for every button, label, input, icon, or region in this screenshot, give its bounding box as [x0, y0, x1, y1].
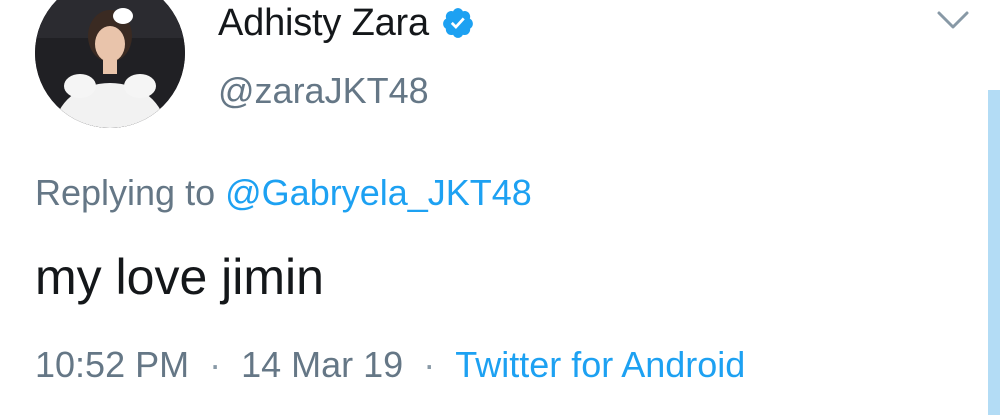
tweet-date[interactable]: 14 Mar 19: [241, 344, 403, 386]
replying-to-line: Replying to @Gabryela_JKT48: [35, 172, 532, 214]
tweet-meta: 10:52 PM · 14 Mar 19 · Twitter for Andro…: [35, 344, 745, 386]
scrollbar[interactable]: [988, 90, 1000, 415]
meta-separator: ·: [423, 344, 436, 385]
tweet-text: my love jimin: [35, 249, 324, 305]
replying-to-label: Replying to: [35, 172, 216, 213]
chevron-down-icon[interactable]: [935, 8, 971, 32]
verified-badge-icon: [441, 6, 475, 40]
reply-mention-link[interactable]: @Gabryela_JKT48: [225, 172, 532, 213]
author-name-row[interactable]: Adhisty Zara: [218, 0, 475, 48]
tweet-time[interactable]: 10:52 PM: [35, 344, 189, 386]
tweet-source-link[interactable]: Twitter for Android: [455, 344, 745, 386]
avatar[interactable]: [35, 0, 185, 128]
meta-separator: ·: [209, 344, 222, 385]
author-handle[interactable]: @zaraJKT48: [218, 70, 429, 112]
avatar-image: [35, 0, 185, 128]
tweet-card: Adhisty Zara @zaraJKT48 Replying to @Gab…: [0, 0, 1000, 415]
author-display-name[interactable]: Adhisty Zara: [218, 2, 429, 45]
